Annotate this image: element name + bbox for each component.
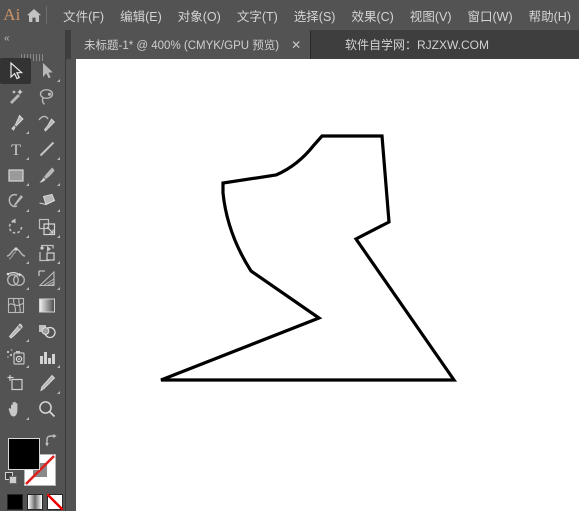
tool-flyout-indicator (26, 183, 29, 186)
selection-tool[interactable] (0, 58, 31, 84)
svg-text:T: T (11, 142, 21, 158)
tool-grid: T (0, 58, 66, 422)
menu-item-object[interactable]: 对象(O) (170, 3, 229, 28)
lasso-tool[interactable] (31, 84, 62, 110)
tool-flyout-indicator (26, 287, 29, 290)
color-mode-button[interactable] (7, 494, 23, 510)
width-tool[interactable] (0, 240, 31, 266)
rectangle-tool[interactable] (0, 162, 31, 188)
paintbrush-tool[interactable] (31, 162, 62, 188)
tool-flyout-indicator (57, 391, 60, 394)
tool-flyout-indicator (57, 79, 60, 82)
tool-flyout-indicator (26, 209, 29, 212)
tool-flyout-indicator (26, 235, 29, 238)
tools-panel: « T (0, 30, 66, 511)
menu-item-help[interactable]: 帮助(H) (521, 3, 579, 28)
direct-selection-tool[interactable] (31, 58, 62, 84)
app-logo: Ai (3, 5, 21, 24)
document-tab-bar: 未标题-1* @ 400% (CMYK/GPU 预览) ✕ 软件自学网：RJZX… (0, 30, 579, 59)
default-fill-stroke-icon[interactable] (5, 472, 18, 485)
dress-outline-path[interactable] (76, 59, 579, 511)
slice-tool[interactable] (31, 370, 62, 396)
menu-divider (46, 6, 48, 24)
tool-row (0, 162, 66, 188)
tool-row (0, 110, 66, 136)
scale-tool[interactable] (31, 214, 62, 240)
tool-flyout-indicator (57, 157, 60, 160)
tool-flyout-indicator (26, 365, 29, 368)
mesh-tool[interactable] (0, 292, 31, 318)
perspective-grid-tool[interactable] (31, 266, 62, 292)
menu-item-edit[interactable]: 编辑(E) (112, 3, 170, 28)
tool-row (0, 58, 66, 84)
close-icon[interactable]: ✕ (291, 39, 301, 51)
tool-row: T (0, 136, 66, 162)
tool-flyout-indicator (57, 235, 60, 238)
zoom-tool[interactable] (31, 396, 62, 422)
menu-item-window[interactable]: 窗口(W) (460, 3, 521, 28)
tool-row (0, 292, 66, 318)
tool-row (0, 370, 66, 396)
tool-flyout-indicator (57, 261, 60, 264)
curvature-tool[interactable] (31, 110, 62, 136)
tool-row (0, 188, 66, 214)
eyedropper-tool[interactable] (0, 318, 31, 344)
tool-flyout-indicator (26, 261, 29, 264)
illustrator-window: Ai 文件(F) 编辑(E) 对象(O) 文字(T) 选择(S) 效果(C) 视… (0, 0, 579, 511)
document-tab-title: 未标题-1* @ 400% (CMYK/GPU 预览) (84, 39, 280, 52)
tool-flyout-indicator (26, 417, 29, 420)
tool-row (0, 344, 66, 370)
swap-fill-stroke-icon[interactable] (44, 434, 58, 448)
free-transform-tool[interactable] (31, 240, 62, 266)
shape-builder-tool[interactable] (0, 266, 31, 292)
line-segment-tool[interactable] (31, 136, 62, 162)
canvas-area[interactable] (67, 59, 579, 511)
document-tab[interactable]: 未标题-1* @ 400% (CMYK/GPU 预览) ✕ (71, 30, 312, 59)
color-mode-row (7, 494, 63, 510)
pen-tool[interactable] (0, 110, 31, 136)
tool-flyout-indicator (26, 131, 29, 134)
tool-row (0, 266, 66, 292)
artboard-surface[interactable] (76, 59, 579, 511)
tool-flyout-indicator (57, 183, 60, 186)
menu-item-list: 文件(F) 编辑(E) 对象(O) 文字(T) 选择(S) 效果(C) 视图(V… (55, 3, 579, 28)
watermark-text: 软件自学网：RJZXW.COM (345, 38, 489, 52)
none-mode-button[interactable] (47, 494, 63, 510)
blend-tool[interactable] (31, 318, 62, 344)
shaper-tool[interactable] (0, 188, 31, 214)
menu-item-select[interactable]: 选择(S) (286, 3, 344, 28)
tool-row (0, 396, 66, 422)
hand-tool[interactable] (0, 396, 31, 422)
magic-wand-tool[interactable] (0, 84, 31, 110)
menu-bar: Ai 文件(F) 编辑(E) 对象(O) 文字(T) 选择(S) 效果(C) 视… (0, 0, 579, 30)
tool-flyout-indicator (26, 157, 29, 160)
tool-flyout-indicator (57, 287, 60, 290)
column-graph-tool[interactable] (31, 344, 62, 370)
tool-flyout-indicator (26, 339, 29, 342)
artboard-tool[interactable] (0, 370, 31, 396)
rotate-tool[interactable] (0, 214, 31, 240)
tool-row (0, 318, 66, 344)
color-controls (0, 430, 66, 511)
type-tool[interactable]: T (0, 136, 31, 162)
fill-swatch[interactable] (8, 438, 40, 470)
symbol-sprayer-tool[interactable] (0, 344, 31, 370)
menu-item-view[interactable]: 视图(V) (402, 3, 460, 28)
collapse-panel-icon[interactable]: « (4, 32, 26, 46)
menu-item-file[interactable]: 文件(F) (55, 3, 112, 28)
tool-flyout-indicator (57, 365, 60, 368)
panel-grip-handle[interactable] (21, 48, 49, 61)
gradient-tool[interactable] (31, 292, 62, 318)
eraser-tool[interactable] (31, 188, 62, 214)
tool-row (0, 214, 66, 240)
tool-row (0, 240, 66, 266)
menu-item-type[interactable]: 文字(T) (229, 3, 286, 28)
tool-flyout-indicator (57, 209, 60, 212)
gradient-mode-button[interactable] (27, 494, 43, 510)
home-icon[interactable] (24, 0, 45, 30)
menu-item-effect[interactable]: 效果(C) (343, 3, 401, 28)
tool-row (0, 84, 66, 110)
